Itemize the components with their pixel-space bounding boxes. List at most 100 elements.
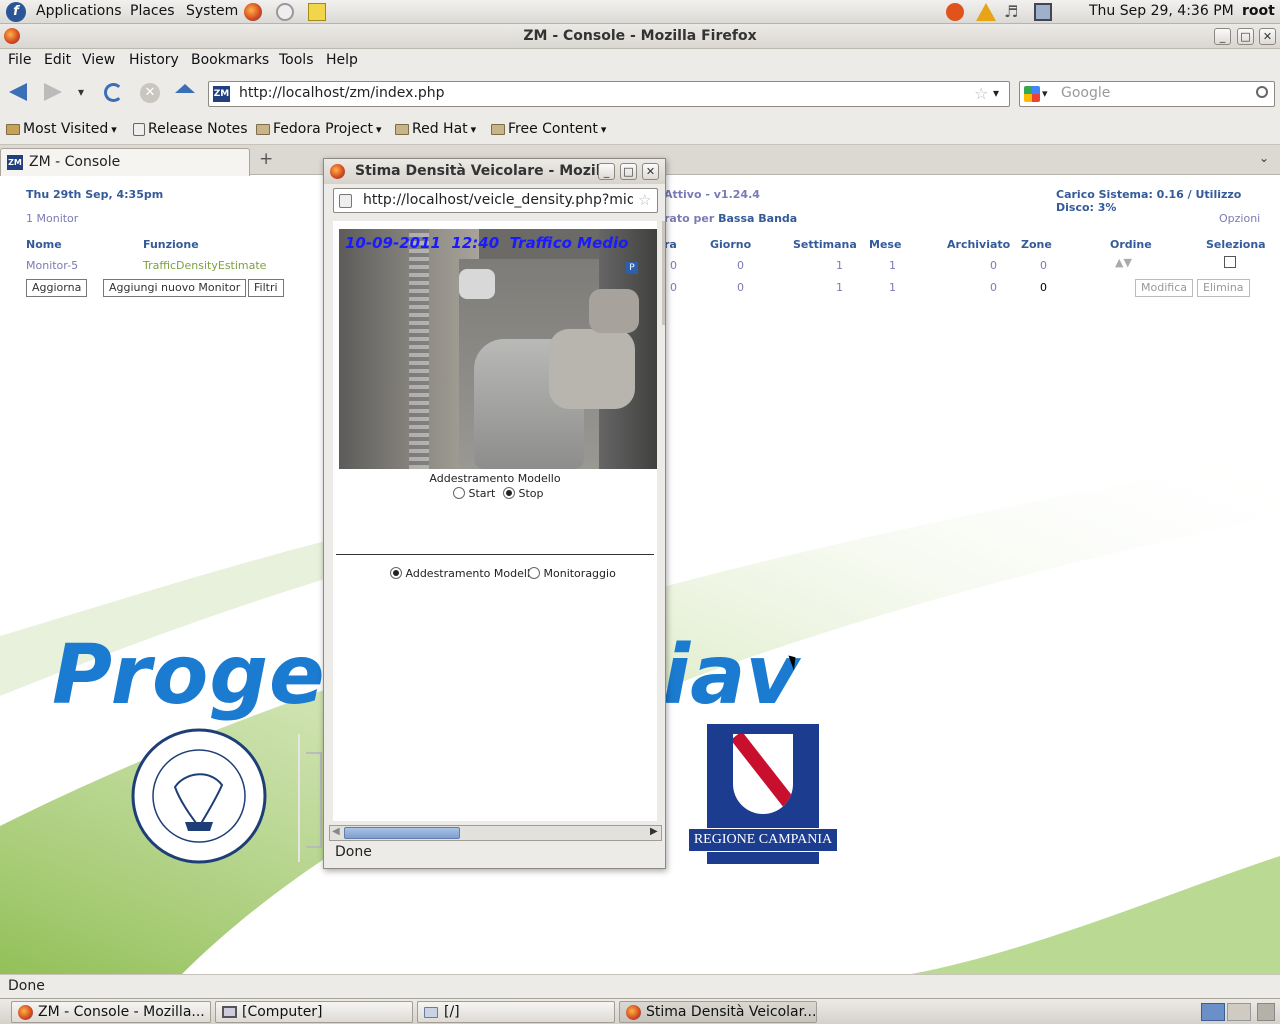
events-archived[interactable]: 0 (990, 259, 997, 272)
popup-minimize-button[interactable]: _ (598, 163, 615, 180)
col-seleziona[interactable]: Seleziona (1206, 238, 1266, 251)
applications-menu[interactable]: Applications (36, 3, 122, 19)
filters-button[interactable]: Filtri (248, 279, 284, 297)
tab-list-icon[interactable]: ⌄ (1259, 151, 1269, 165)
order-arrows-icon[interactable]: ▲▼ (1115, 256, 1132, 269)
popup-url-text[interactable]: http://localhost/veicle_density.php?mid= (363, 192, 633, 208)
zones-count[interactable]: 0 (1040, 259, 1047, 272)
bookmark-release-notes[interactable]: Release Notes (133, 121, 248, 137)
fedora-logo-icon[interactable]: f (6, 2, 26, 22)
search-bar[interactable]: ▾ Google (1019, 81, 1275, 107)
forward-icon[interactable] (44, 83, 62, 101)
col-funzione[interactable]: Funzione (143, 238, 199, 251)
scrollbar-thumb[interactable] (344, 827, 460, 839)
panel-user[interactable]: root (1242, 3, 1275, 19)
total-day[interactable]: 0 (737, 281, 744, 294)
select-checkbox[interactable] (1224, 256, 1236, 268)
maximize-button[interactable]: □ (1237, 28, 1254, 45)
stop-icon[interactable]: ✕ (140, 83, 160, 103)
refresh-button[interactable]: Aggiorna (26, 279, 88, 297)
task-computer[interactable]: [Computer] (215, 1001, 413, 1023)
tab-zm-console[interactable]: ZM ZM - Console (0, 148, 250, 176)
new-tab-icon[interactable]: + (259, 149, 273, 169)
events-hour[interactable]: 0 (670, 259, 677, 272)
reload-icon[interactable] (104, 83, 123, 102)
menu-tools[interactable]: Tools (279, 52, 314, 68)
back-icon[interactable] (9, 83, 27, 101)
menu-history[interactable]: History (129, 52, 179, 68)
mode-training-radio[interactable] (390, 567, 402, 579)
popup-close-button[interactable]: ✕ (642, 163, 659, 180)
col-giorno[interactable]: Giorno (710, 238, 751, 251)
minimize-button[interactable]: _ (1214, 28, 1231, 45)
menu-bookmarks[interactable]: Bookmarks (191, 52, 269, 68)
system-menu[interactable]: System (186, 3, 238, 19)
bookmark-fedora-project[interactable]: Fedora Project ▾ (256, 121, 382, 137)
delete-button[interactable]: Elimina (1197, 279, 1250, 297)
mail-launcher-icon[interactable] (276, 3, 294, 21)
bookmark-star-icon[interactable]: ☆ (974, 84, 988, 103)
monitor-count-link[interactable]: 1 Monitor (26, 212, 78, 225)
trash-icon[interactable] (1257, 1003, 1275, 1021)
warning-icon[interactable] (976, 3, 996, 21)
firefox-launcher-icon[interactable] (244, 3, 262, 21)
url-bar[interactable]: ZM http://localhost/zm/index.php ☆ ▾ (208, 81, 1010, 107)
stop-radio-option[interactable]: Stop (503, 487, 544, 500)
popup-vertical-scrollbar[interactable] (662, 221, 665, 325)
bookmark-most-visited[interactable]: Most Visited ▾ (6, 121, 117, 137)
stop-radio[interactable] (503, 487, 515, 499)
col-ordine[interactable]: Ordine (1110, 238, 1152, 251)
bandwidth-value-link[interactable]: Bassa (718, 212, 754, 225)
events-month[interactable]: 1 (889, 259, 896, 272)
task-stima-densita[interactable]: Stima Densità Veicolar... (619, 1001, 817, 1023)
search-engine-dropdown-icon[interactable]: ▾ (1042, 87, 1048, 100)
menu-help[interactable]: Help (326, 52, 358, 68)
scroll-left-icon[interactable]: ◀ (332, 826, 340, 837)
popup-url-bar[interactable]: http://localhost/veicle_density.php?mid=… (333, 188, 658, 213)
task-root-folder[interactable]: [/] (417, 1001, 615, 1023)
monitor-function-link[interactable]: TrafficDensityEstimate (143, 259, 266, 272)
total-archived[interactable]: 0 (990, 281, 997, 294)
panel-clock[interactable]: Thu Sep 29, 4:36 PM (1089, 3, 1234, 19)
search-engine-icon[interactable] (1024, 86, 1040, 102)
network-icon[interactable] (1034, 3, 1052, 21)
home-icon[interactable] (175, 84, 195, 93)
search-icon[interactable] (1256, 86, 1268, 98)
col-mese[interactable]: Mese (869, 238, 901, 251)
add-monitor-button[interactable]: Aggiungi nuovo Monitor (103, 279, 247, 297)
events-day[interactable]: 0 (737, 259, 744, 272)
col-zone[interactable]: Zone (1021, 238, 1052, 251)
mode-monitor-radio[interactable] (528, 567, 540, 579)
popup-horizontal-scrollbar[interactable]: ◀ ▶ (329, 825, 662, 841)
mode-training-option[interactable]: Addestramento Modello (390, 567, 537, 580)
search-placeholder[interactable]: Google (1061, 85, 1110, 101)
mode-monitor-option[interactable]: Monitoraggio (528, 567, 616, 580)
col-settimana[interactable]: Settimana (793, 238, 857, 251)
start-radio[interactable] (453, 487, 465, 499)
history-dropdown-icon[interactable]: ▾ (78, 85, 84, 99)
url-text[interactable]: http://localhost/zm/index.php (239, 85, 445, 101)
bookmark-free-content[interactable]: Free Content ▾ (491, 121, 606, 137)
options-link[interactable]: Opzioni (1219, 212, 1260, 225)
notes-launcher-icon[interactable] (308, 3, 326, 21)
menu-file[interactable]: File (8, 52, 31, 68)
bookmark-star-icon[interactable]: ☆ (638, 191, 651, 209)
update-alert-icon[interactable] (946, 3, 964, 21)
menu-edit[interactable]: Edit (44, 52, 71, 68)
task-zm-console[interactable]: ZM - Console - Mozilla... (11, 1001, 211, 1023)
start-radio-option[interactable]: Start (453, 487, 495, 500)
bookmark-red-hat[interactable]: Red Hat ▾ (395, 121, 476, 137)
scroll-right-icon[interactable]: ▶ (650, 826, 658, 837)
events-week[interactable]: 1 (836, 259, 843, 272)
zm-state-link[interactable]: Attivo - v1.24.4 (664, 188, 760, 201)
edit-button[interactable]: Modifica (1135, 279, 1193, 297)
col-nome[interactable]: Nome (26, 238, 62, 251)
places-menu[interactable]: Places (130, 3, 175, 19)
popup-maximize-button[interactable]: □ (620, 163, 637, 180)
menu-view[interactable]: View (82, 52, 115, 68)
total-month[interactable]: 1 (889, 281, 896, 294)
col-archiviato[interactable]: Archiviato (947, 238, 1010, 251)
workspace-1[interactable] (1201, 1003, 1225, 1021)
workspace-2[interactable] (1227, 1003, 1251, 1021)
url-dropdown-icon[interactable]: ▾ (993, 86, 999, 100)
